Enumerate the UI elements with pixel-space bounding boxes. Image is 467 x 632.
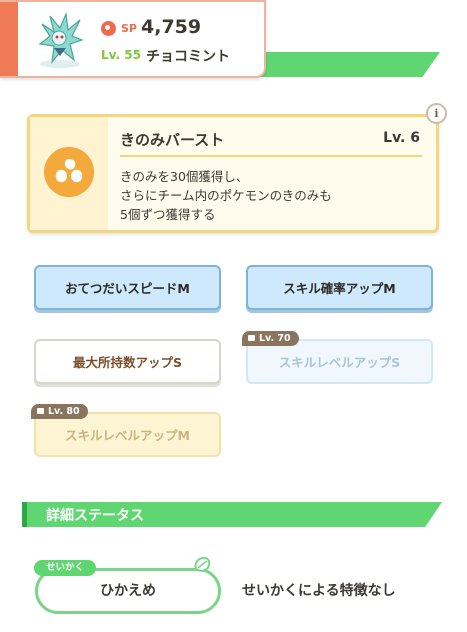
description-line: さらにチーム内のポケモンのきのみも [120, 188, 332, 203]
info-icon[interactable]: i [426, 103, 447, 124]
main-skill-name: きのみバースト [120, 131, 225, 149]
nature-value: ひかえめ [100, 583, 156, 599]
main-skill-level: Lv. 6 [383, 130, 420, 146]
leaf-icon [194, 556, 211, 572]
sp-icon [101, 21, 116, 36]
lock-icon [37, 408, 44, 414]
pokemon-sprite-icon [38, 11, 84, 68]
main-skill-panel[interactable]: きのみバースト Lv. 6 きのみを30個獲得し、 さらにチーム内のポケモンのき… [27, 114, 439, 233]
detail-bar-edge [22, 502, 27, 527]
detail-status-heading: 詳細ステータス [46, 508, 144, 524]
nature-effect: せいかくによる特徴なし [242, 583, 396, 599]
unlock-level-text: Lv. 70 [259, 333, 291, 344]
pokemon-name: チョコミント [146, 49, 230, 65]
sub-skill-button[interactable]: 最大所持数アップS [34, 339, 221, 384]
sp-value: 4,759 [141, 16, 202, 38]
sp-label: SP [121, 22, 137, 35]
pokemon-card[interactable]: SP 4,759 Lv. 55 チョコミント [0, 0, 266, 78]
berry-icon [44, 147, 94, 197]
unlock-level-badge: Lv. 70 [242, 331, 299, 346]
unlock-level-text: Lv. 80 [48, 406, 80, 417]
description-line: 5個ずつ獲得する [120, 207, 216, 222]
lock-icon [248, 335, 255, 341]
sub-skill-button[interactable]: スキル確率アップM [246, 265, 433, 310]
unlock-level-badge: Lv. 80 [31, 404, 88, 419]
pokemon-level: Lv. 55 [101, 48, 141, 62]
nature-tag: せいかく [34, 560, 97, 576]
skill-divider [120, 155, 422, 157]
main-skill-description: きのみを30個獲得し、 さらにチーム内のポケモンのきのみも 5個ずつ獲得する [120, 167, 420, 224]
description-line: きのみを30個獲得し、 [120, 169, 249, 184]
sub-skill-button[interactable]: おてつだいスピードM [34, 265, 221, 310]
card-accent-stripe [0, 2, 18, 76]
